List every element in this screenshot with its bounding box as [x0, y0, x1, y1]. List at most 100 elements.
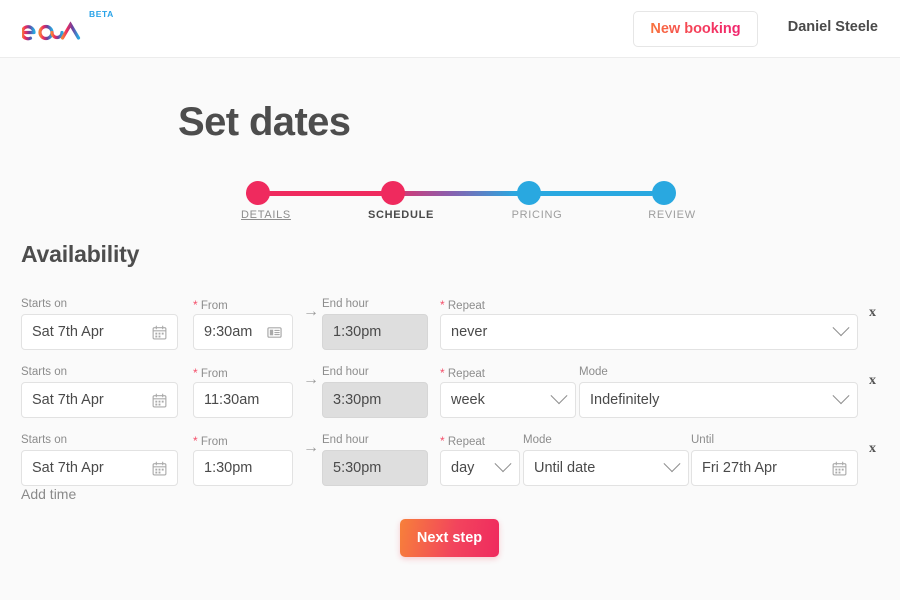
required-marker: *: [440, 298, 445, 312]
mode-label: Mode: [579, 366, 608, 378]
repeat-select[interactable]: day: [440, 450, 520, 486]
mode-value: Indefinitely: [590, 392, 660, 408]
stepper-label-pricing[interactable]: PRICING: [512, 209, 563, 221]
add-time-link[interactable]: Add time: [21, 486, 76, 502]
from-input[interactable]: 9:30am: [193, 314, 293, 350]
from-value: 1:30pm: [204, 460, 253, 476]
chevron-down-icon[interactable]: [832, 387, 850, 405]
remove-row-button[interactable]: x: [869, 373, 876, 389]
from-label: * From: [193, 366, 228, 380]
starts-on-label: Starts on: [21, 366, 67, 378]
required-marker: *: [193, 434, 198, 448]
from-label-text: From: [200, 300, 228, 312]
mode-label: Mode: [523, 434, 552, 446]
starts-on-input[interactable]: Sat 7th Apr: [21, 314, 178, 350]
availability-row: Starts on Sat 7th Apr * From 9:30am → End hou…: [0, 279, 900, 350]
required-marker: *: [440, 434, 445, 448]
time-picker-icon[interactable]: [267, 325, 282, 340]
logo-beta-badge: BETA: [89, 9, 114, 19]
from-input[interactable]: 1:30pm: [193, 450, 293, 486]
end-hour-label: End hour: [322, 366, 369, 378]
end-hour-value: 1:30pm: [333, 324, 382, 340]
repeat-label: * Repeat: [440, 366, 485, 380]
new-booking-button[interactable]: New booking: [633, 11, 758, 47]
repeat-value: day: [451, 460, 475, 476]
from-input[interactable]: 11:30am: [193, 382, 293, 418]
mode-value: Until date: [534, 460, 596, 476]
end-hour-input: 1:30pm: [322, 314, 428, 350]
starts-on-input[interactable]: Sat 7th Apr: [21, 450, 178, 486]
mode-label-text: Mode: [579, 366, 608, 378]
end-hour-label: End hour: [322, 298, 369, 310]
page-title: Set dates: [178, 100, 351, 144]
repeat-value: week: [451, 392, 485, 408]
starts-on-label-text: Starts on: [21, 366, 68, 378]
range-arrow-icon: →: [303, 371, 319, 388]
starts-on-label-text: Starts on: [21, 298, 68, 310]
stepper-dot-pricing[interactable]: [517, 181, 541, 205]
availability-row: Starts on Sat 7th Apr * From 11:30am → End ho…: [0, 347, 900, 418]
required-marker: *: [193, 366, 198, 380]
from-value: 9:30am: [204, 324, 253, 340]
repeat-label-text: Repeat: [447, 300, 485, 312]
calendar-icon[interactable]: [152, 393, 167, 408]
logo-mark-icon: [22, 16, 81, 41]
repeat-label-text: Repeat: [447, 368, 485, 380]
stepper-label-schedule[interactable]: SCHEDULE: [368, 209, 434, 221]
chevron-down-icon[interactable]: [663, 455, 681, 473]
availability-heading: Availability: [21, 241, 140, 267]
stepper-label-details[interactable]: DETAILS: [241, 209, 291, 221]
app-header: BETA New booking Daniel Steele: [0, 0, 900, 58]
repeat-label-text: Repeat: [447, 436, 485, 448]
repeat-select[interactable]: week: [440, 382, 576, 418]
end-hour-label-text: End hour: [322, 434, 369, 446]
stepper-dot-schedule[interactable]: [381, 181, 405, 205]
mode-select[interactable]: Until date: [523, 450, 689, 486]
from-label: * From: [193, 434, 228, 448]
repeat-label: * Repeat: [440, 298, 485, 312]
remove-row-button[interactable]: x: [869, 305, 876, 321]
progress-stepper: DETAILS SCHEDULE PRICING REVIEW: [238, 178, 695, 223]
starts-on-value: Sat 7th Apr: [32, 392, 104, 408]
stepper-dot-review[interactable]: [652, 181, 676, 205]
starts-on-value: Sat 7th Apr: [32, 460, 104, 476]
calendar-icon[interactable]: [152, 461, 167, 476]
range-arrow-icon: →: [303, 439, 319, 456]
from-label-text: From: [200, 436, 228, 448]
repeat-label: * Repeat: [440, 434, 485, 448]
eola-logo[interactable]: BETA: [22, 8, 142, 50]
range-arrow-icon: →: [303, 303, 319, 320]
until-label: Until: [691, 434, 714, 446]
from-label-text: From: [200, 368, 228, 380]
stepper-label-review[interactable]: REVIEW: [648, 209, 696, 221]
stepper-track: [246, 191, 654, 196]
until-label-text: Until: [691, 434, 715, 446]
end-hour-input: 3:30pm: [322, 382, 428, 418]
calendar-icon[interactable]: [152, 325, 167, 340]
user-menu[interactable]: Daniel Steele: [788, 19, 878, 35]
until-input[interactable]: Fri 27th Apr: [691, 450, 858, 486]
end-hour-value: 5:30pm: [333, 460, 382, 476]
mode-select[interactable]: Indefinitely: [579, 382, 858, 418]
remove-row-button[interactable]: x: [869, 441, 876, 457]
required-marker: *: [440, 366, 445, 380]
from-label: * From: [193, 298, 228, 312]
chevron-down-icon[interactable]: [494, 455, 512, 473]
stepper-dot-details[interactable]: [246, 181, 270, 205]
repeat-select[interactable]: never: [440, 314, 858, 350]
until-value: Fri 27th Apr: [702, 460, 777, 476]
end-hour-label-text: End hour: [322, 366, 369, 378]
starts-on-input[interactable]: Sat 7th Apr: [21, 382, 178, 418]
starts-on-label: Starts on: [21, 298, 67, 310]
chevron-down-icon[interactable]: [550, 387, 568, 405]
new-booking-label: New booking: [650, 21, 741, 37]
end-hour-input: 5:30pm: [322, 450, 428, 486]
chevron-down-icon[interactable]: [832, 319, 850, 337]
end-hour-label-text: End hour: [322, 298, 369, 310]
calendar-icon[interactable]: [832, 461, 847, 476]
starts-on-label-text: Starts on: [21, 434, 68, 446]
end-hour-label: End hour: [322, 434, 369, 446]
next-step-button[interactable]: Next step: [400, 519, 499, 557]
mode-label-text: Mode: [523, 434, 552, 446]
starts-on-label: Starts on: [21, 434, 67, 446]
